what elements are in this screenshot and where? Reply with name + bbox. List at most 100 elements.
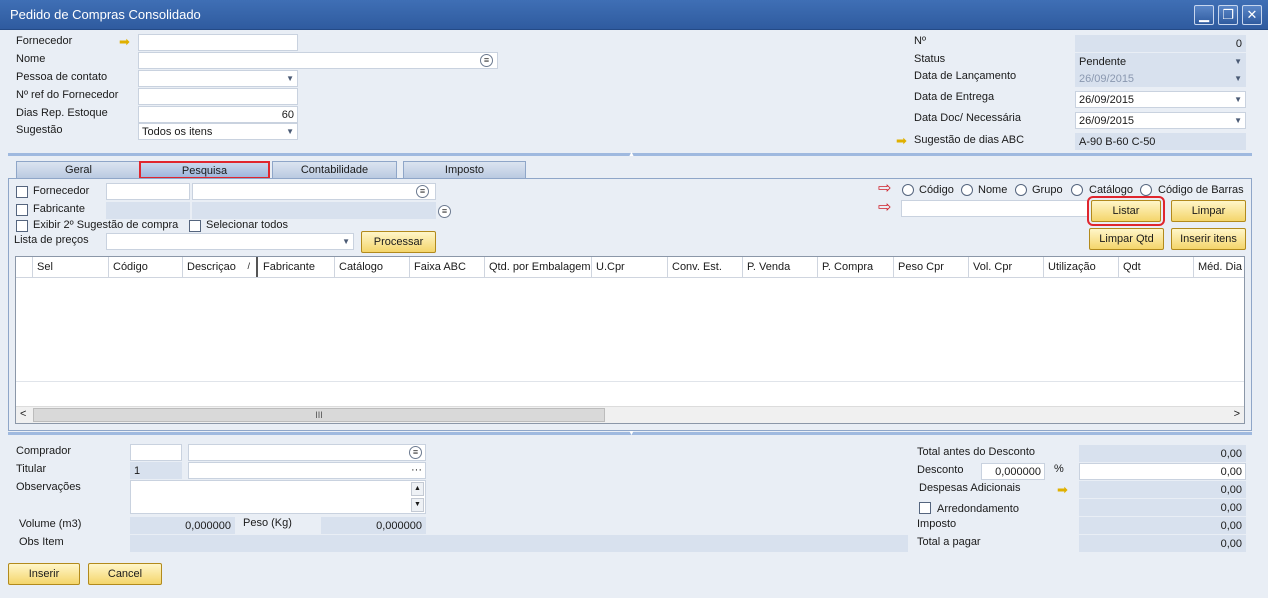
inserir-button[interactable]: Inserir bbox=[8, 563, 80, 585]
scroll-down-icon[interactable]: ▼ bbox=[411, 498, 424, 512]
titular-name-input[interactable]: ··· bbox=[188, 462, 426, 479]
sugestao-select[interactable]: Todos os itens ▼ bbox=[138, 123, 298, 140]
comprador-code-input[interactable] bbox=[130, 444, 182, 461]
radio-grupo[interactable] bbox=[1015, 184, 1027, 196]
minimize-button[interactable]: ▁ bbox=[1194, 5, 1214, 25]
inserir-itens-button[interactable]: Inserir itens bbox=[1171, 228, 1246, 250]
link-arrow-icon[interactable]: ➡ bbox=[119, 35, 130, 48]
pessoa-contato-select[interactable]: ▼ bbox=[138, 70, 298, 87]
fabricante-checkbox[interactable] bbox=[16, 204, 28, 216]
window-title: Pedido de Compras Consolidado bbox=[10, 7, 201, 22]
cancel-button[interactable]: Cancel bbox=[88, 563, 162, 585]
collapse-handle-icon[interactable]: ▼ bbox=[628, 430, 635, 437]
scroll-left-icon[interactable]: < bbox=[20, 408, 26, 420]
option-codigo-label: Código bbox=[919, 184, 954, 196]
arredondamento-checkbox[interactable] bbox=[919, 502, 931, 514]
grid-col-peso-cpr[interactable]: Peso Cpr bbox=[894, 257, 969, 277]
link-arrow-icon[interactable]: ➡ bbox=[1057, 483, 1068, 496]
limpar-button[interactable]: Limpar bbox=[1171, 200, 1246, 222]
sugestao-abc-label: Sugestão de dias ABC bbox=[914, 134, 1025, 146]
lista-precos-label: Lista de preços bbox=[14, 234, 89, 246]
radio-nome[interactable] bbox=[961, 184, 973, 196]
tab-pesquisa[interactable]: Pesquisa bbox=[139, 161, 270, 179]
collapse-handle-icon[interactable]: ▲ bbox=[628, 151, 635, 158]
desconto-value-input[interactable]: 0,00 bbox=[1079, 463, 1246, 480]
horizontal-scrollbar[interactable]: < III > bbox=[16, 406, 1244, 423]
comprador-name-input[interactable] bbox=[188, 444, 426, 461]
dias-rep-label: Dias Rep. Estoque bbox=[16, 107, 108, 119]
grid-col-ucpr[interactable]: U.Cpr bbox=[592, 257, 668, 277]
grid-col-catalogo[interactable]: Catálogo bbox=[335, 257, 410, 277]
dias-rep-input[interactable]: 60 bbox=[138, 106, 298, 123]
observacoes-textarea[interactable]: ▲ ▼ bbox=[130, 480, 426, 514]
close-button[interactable]: ✕ bbox=[1242, 5, 1262, 25]
scrollbar-thumb[interactable]: III bbox=[33, 408, 605, 422]
scroll-up-icon[interactable]: ▲ bbox=[411, 482, 424, 496]
link-arrow-icon[interactable]: ➡ bbox=[896, 134, 907, 147]
grid-col-qtd-embalagem[interactable]: Qtd. por Embalagem bbox=[485, 257, 592, 277]
grid-col-faixa-abc[interactable]: Faixa ABC bbox=[410, 257, 485, 277]
chevron-down-icon: ▼ bbox=[1234, 57, 1242, 66]
list-icon[interactable]: ≡ bbox=[409, 446, 422, 459]
tab-imposto[interactable]: Imposto bbox=[403, 161, 526, 179]
titular-code-field: 1 bbox=[130, 462, 182, 479]
ellipsis-icon[interactable]: ··· bbox=[411, 464, 422, 476]
fornecedor-checkbox[interactable] bbox=[16, 186, 28, 198]
grid-col-fabricante[interactable]: Fabricante bbox=[259, 257, 335, 277]
grid-row-line bbox=[16, 381, 1244, 382]
data-doc-value: 26/09/2015 bbox=[1079, 115, 1135, 127]
observacoes-label: Observações bbox=[16, 481, 81, 493]
list-icon[interactable]: ≡ bbox=[416, 185, 429, 198]
pesq-fornecedor-name-input[interactable] bbox=[192, 183, 436, 200]
fornecedor-input[interactable] bbox=[138, 34, 298, 51]
radio-catalogo[interactable] bbox=[1071, 184, 1083, 196]
total-antes-label: Total antes do Desconto bbox=[917, 446, 1036, 458]
grid-col-vol-cpr[interactable]: Vol. Cpr bbox=[969, 257, 1044, 277]
desconto-pct-input[interactable]: 0,000000 bbox=[981, 463, 1045, 480]
grid-col-descricao[interactable]: Descriçao / bbox=[183, 257, 258, 277]
data-doc-input[interactable]: 26/09/2015 ▼ bbox=[1075, 112, 1246, 129]
grid-col-med-dia[interactable]: Méd. Dia bbox=[1194, 257, 1244, 277]
total-pagar-label: Total a pagar bbox=[917, 536, 981, 548]
nome-label: Nome bbox=[16, 53, 46, 65]
scroll-right-icon[interactable]: > bbox=[1234, 408, 1240, 420]
limpar-qtd-button[interactable]: Limpar Qtd bbox=[1089, 228, 1164, 250]
tab-contabilidade[interactable]: Contabilidade bbox=[272, 161, 397, 179]
exibir-sugestao-checkbox[interactable] bbox=[16, 220, 28, 232]
grid-col-rownum[interactable] bbox=[16, 257, 33, 277]
grid-col-sel[interactable]: Sel bbox=[33, 257, 109, 277]
grid-col-qdt[interactable]: Qdt bbox=[1119, 257, 1194, 277]
search-input[interactable] bbox=[901, 200, 1089, 217]
list-icon[interactable]: ≡ bbox=[480, 54, 493, 67]
radio-codigo[interactable] bbox=[902, 184, 914, 196]
grid-col-p-compra[interactable]: P. Compra bbox=[818, 257, 894, 277]
processar-button[interactable]: Processar bbox=[361, 231, 436, 253]
tab-geral[interactable]: Geral bbox=[16, 161, 141, 179]
data-entrega-input[interactable]: 26/09/2015 ▼ bbox=[1075, 91, 1246, 108]
ref-fornecedor-input[interactable] bbox=[138, 88, 298, 105]
chevron-down-icon: ▼ bbox=[286, 74, 294, 83]
pesq-fornecedor-code-input[interactable] bbox=[106, 183, 190, 200]
data-lancamento-field: 26/09/2015 ▼ bbox=[1075, 70, 1246, 87]
grid-col-p-venda[interactable]: P. Venda bbox=[743, 257, 818, 277]
pesq-fabricante-name-field bbox=[192, 202, 436, 219]
numero-label: Nº bbox=[914, 35, 926, 47]
items-grid[interactable]: Sel Código Descriçao / Fabricante Catálog… bbox=[15, 256, 1245, 424]
nome-input[interactable] bbox=[138, 52, 498, 69]
grid-col-codigo[interactable]: Código bbox=[109, 257, 183, 277]
total-antes-field: 0,00 bbox=[1079, 445, 1246, 462]
lista-precos-select[interactable]: ▼ bbox=[106, 233, 354, 250]
selecionar-todos-checkbox[interactable] bbox=[189, 220, 201, 232]
option-catalogo-label: Catálogo bbox=[1089, 184, 1134, 196]
grid-col-utilizacao[interactable]: Utilização bbox=[1044, 257, 1119, 277]
radio-codigo-barras[interactable] bbox=[1140, 184, 1152, 196]
data-lancamento-value: 26/09/2015 bbox=[1079, 73, 1135, 85]
obs-item-label: Obs Item bbox=[19, 536, 64, 548]
listar-button[interactable]: Listar bbox=[1087, 196, 1165, 226]
status-select[interactable]: Pendente ▼ bbox=[1075, 53, 1246, 70]
total-pagar-field: 0,00 bbox=[1079, 535, 1246, 552]
grid-col-conv-est[interactable]: Conv. Est. bbox=[668, 257, 743, 277]
list-icon[interactable]: ≡ bbox=[438, 205, 451, 218]
restore-button[interactable]: ❐ bbox=[1218, 5, 1238, 25]
volume-field: 0,000000 bbox=[130, 517, 235, 534]
